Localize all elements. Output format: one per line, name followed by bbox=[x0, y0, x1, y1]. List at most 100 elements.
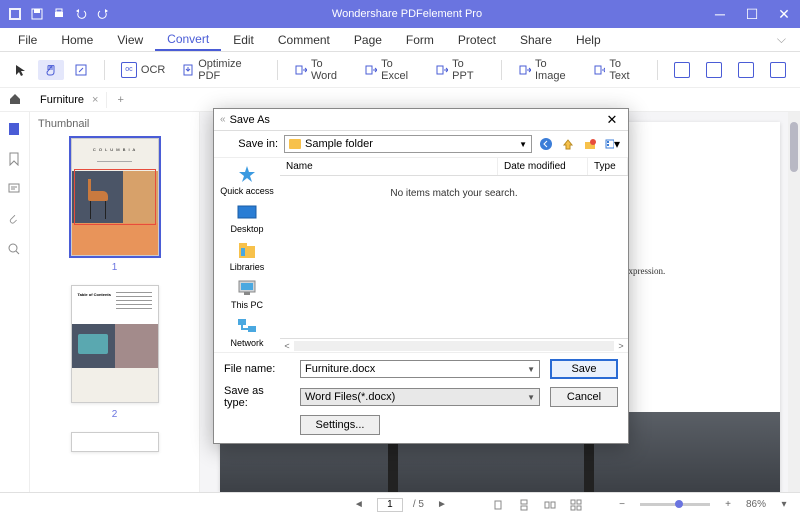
back-nav-icon[interactable] bbox=[538, 136, 554, 152]
menu-page[interactable]: Page bbox=[342, 30, 394, 50]
next-page-button[interactable]: ► bbox=[434, 497, 450, 513]
place-this-pc[interactable]: This PC bbox=[231, 276, 263, 312]
col-name[interactable]: Name bbox=[280, 158, 498, 175]
menu-edit[interactable]: Edit bbox=[221, 30, 266, 50]
home-icon[interactable] bbox=[8, 92, 24, 108]
to-image-button[interactable]: To Image bbox=[512, 55, 582, 85]
settings-button[interactable]: Settings... bbox=[300, 415, 380, 435]
savetype-label: Save as type: bbox=[224, 385, 290, 409]
save-as-dialog: « Save As ✕ Save in: Sample folder ▼ ▾ Q… bbox=[213, 108, 629, 444]
thumbnail-panel: Thumbnail C O L U M B I A 1 Table of Con… bbox=[30, 112, 200, 492]
menu-comment[interactable]: Comment bbox=[266, 30, 342, 50]
statusbar: ◄ / 5 ► − + 86% ▾ bbox=[0, 492, 800, 516]
edit-tool[interactable] bbox=[68, 60, 94, 80]
menu-home[interactable]: Home bbox=[49, 30, 105, 50]
place-quick-access[interactable]: Quick access bbox=[220, 162, 274, 198]
thumbnail-page-1[interactable]: C O L U M B I A bbox=[71, 138, 159, 256]
menubar: File Home View Convert Edit Comment Page… bbox=[0, 28, 800, 52]
view-facing-icon[interactable] bbox=[542, 497, 558, 513]
menu-protect[interactable]: Protect bbox=[446, 30, 508, 50]
format-icon-4[interactable] bbox=[764, 59, 792, 81]
dialog-back-icon[interactable]: « bbox=[220, 114, 226, 125]
to-excel-button[interactable]: To Excel bbox=[358, 55, 425, 85]
filename-label: File name: bbox=[224, 363, 290, 375]
menu-file[interactable]: File bbox=[6, 30, 49, 50]
view-facing-cont-icon[interactable] bbox=[568, 497, 584, 513]
to-word-button[interactable]: To Word bbox=[288, 55, 354, 85]
menu-view[interactable]: View bbox=[105, 30, 155, 50]
undo-icon[interactable] bbox=[74, 7, 88, 21]
attachment-panel-icon[interactable] bbox=[7, 212, 23, 228]
select-tool[interactable] bbox=[8, 60, 34, 80]
menu-form[interactable]: Form bbox=[394, 30, 446, 50]
view-menu-icon[interactable]: ▾ bbox=[604, 136, 620, 152]
minimize-button[interactable]: ─ bbox=[704, 0, 736, 28]
cancel-button[interactable]: Cancel bbox=[550, 387, 618, 407]
places-bar: Quick access Desktop Libraries This PC N… bbox=[214, 158, 280, 352]
format-icon-3[interactable] bbox=[732, 59, 760, 81]
view-single-icon[interactable] bbox=[490, 497, 506, 513]
thumbnail-page-2[interactable]: Table of Contents bbox=[71, 285, 159, 403]
savein-combo[interactable]: Sample folder ▼ bbox=[284, 135, 532, 153]
maximize-button[interactable]: ☐ bbox=[736, 0, 768, 28]
thumbnail-num-1: 1 bbox=[38, 262, 191, 273]
optimize-button[interactable]: Optimize PDF bbox=[175, 55, 267, 85]
print-icon[interactable] bbox=[52, 7, 66, 21]
comment-panel-icon[interactable] bbox=[7, 182, 23, 198]
zoom-dropdown-icon[interactable]: ▾ bbox=[776, 497, 792, 513]
to-ppt-button[interactable]: To PPT bbox=[429, 55, 491, 85]
menu-convert[interactable]: Convert bbox=[155, 29, 221, 51]
vertical-scrollbar[interactable] bbox=[788, 112, 800, 492]
thumbnail-page-3[interactable] bbox=[71, 432, 159, 452]
app-icon bbox=[8, 7, 22, 21]
zoom-value: 86% bbox=[746, 499, 766, 510]
place-network[interactable]: Network bbox=[230, 314, 263, 350]
place-desktop[interactable]: Desktop bbox=[230, 200, 263, 236]
dialog-close-button[interactable]: ✕ bbox=[602, 112, 622, 128]
redo-icon[interactable] bbox=[96, 7, 110, 21]
search-panel-icon[interactable] bbox=[7, 242, 23, 258]
collapse-ribbon-icon[interactable]: ⌵ bbox=[777, 32, 794, 47]
chevron-down-icon: ▼ bbox=[519, 140, 527, 149]
zoom-out-button[interactable]: − bbox=[614, 497, 630, 513]
prev-page-button[interactable]: ◄ bbox=[351, 497, 367, 513]
file-list[interactable]: Name Date modified Type No items match y… bbox=[280, 158, 628, 352]
save-icon[interactable] bbox=[30, 7, 44, 21]
ocr-button[interactable]: ocOCR bbox=[115, 59, 171, 81]
folder-icon bbox=[289, 139, 301, 149]
new-tab-button[interactable]: + bbox=[107, 94, 133, 106]
tab-label: Furniture bbox=[40, 94, 84, 106]
left-sidebar bbox=[0, 112, 30, 492]
close-button[interactable]: ✕ bbox=[768, 0, 800, 28]
menu-help[interactable]: Help bbox=[564, 30, 613, 50]
zoom-in-button[interactable]: + bbox=[720, 497, 736, 513]
horizontal-scrollbar[interactable]: <> bbox=[280, 338, 628, 352]
column-headers[interactable]: Name Date modified Type bbox=[280, 158, 628, 176]
col-type[interactable]: Type bbox=[588, 158, 628, 175]
save-button[interactable]: Save bbox=[550, 359, 618, 379]
savetype-select[interactable]: Word Files(*.docx)▼ bbox=[300, 388, 540, 406]
filename-input[interactable]: Furniture.docx▼ bbox=[300, 360, 540, 378]
zoom-slider[interactable] bbox=[640, 503, 710, 506]
place-libraries[interactable]: Libraries bbox=[230, 238, 265, 274]
format-icon-1[interactable] bbox=[668, 59, 696, 81]
bookmark-panel-icon[interactable] bbox=[7, 152, 23, 168]
page-input[interactable] bbox=[377, 498, 403, 512]
up-nav-icon[interactable] bbox=[560, 136, 576, 152]
menu-share[interactable]: Share bbox=[508, 30, 564, 50]
document-tab[interactable]: Furniture × bbox=[32, 92, 107, 108]
toolbar: ocOCR Optimize PDF To Word To Excel To P… bbox=[0, 52, 800, 88]
view-continuous-icon[interactable] bbox=[516, 497, 532, 513]
titlebar: Wondershare PDFelement Pro ─ ☐ ✕ bbox=[0, 0, 800, 28]
format-icon-2[interactable] bbox=[700, 59, 728, 81]
page-total: / 5 bbox=[413, 499, 424, 510]
col-date[interactable]: Date modified bbox=[498, 158, 588, 175]
savein-value: Sample folder bbox=[305, 138, 373, 150]
new-folder-icon[interactable] bbox=[582, 136, 598, 152]
thumbnail-panel-icon[interactable] bbox=[7, 122, 23, 138]
empty-message: No items match your search. bbox=[280, 176, 628, 338]
to-text-button[interactable]: To Text bbox=[587, 55, 648, 85]
thumbnail-title: Thumbnail bbox=[38, 118, 191, 130]
hand-tool[interactable] bbox=[38, 60, 64, 80]
tab-close-icon[interactable]: × bbox=[92, 94, 98, 106]
